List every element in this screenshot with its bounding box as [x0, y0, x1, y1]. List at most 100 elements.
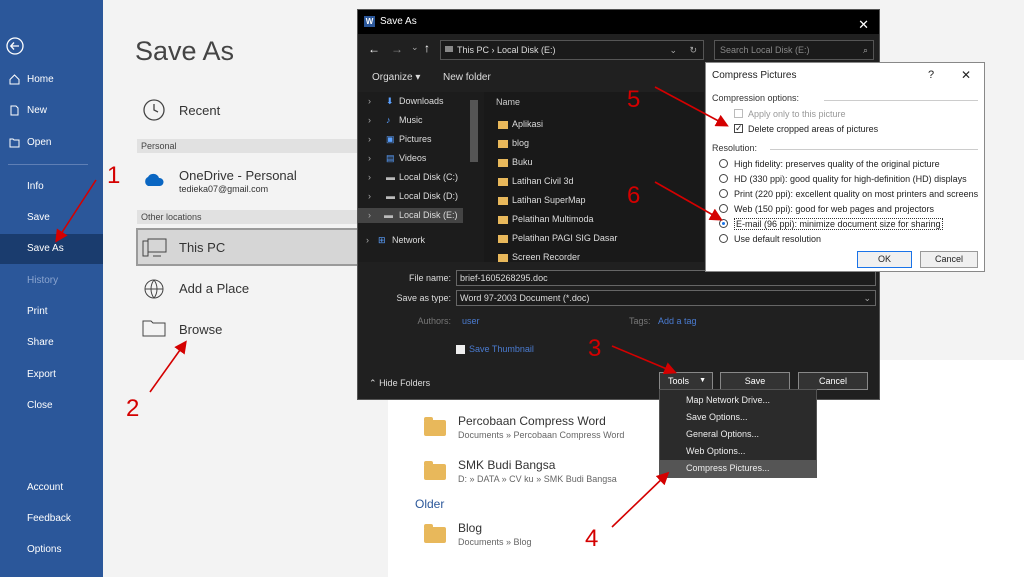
nav-label: Home — [27, 74, 54, 85]
radio-default[interactable] — [719, 234, 728, 243]
tree-item-local-disk-d[interactable]: ▬ Local Disk (D:) — [368, 191, 458, 201]
file-row[interactable]: Pelatihan Multimoda — [498, 214, 594, 224]
file-name-input[interactable]: brief-1605268295.doc — [456, 270, 876, 286]
menu-item-general-options[interactable]: General Options... — [660, 426, 816, 443]
back-nav-icon[interactable]: ← — [368, 42, 380, 56]
breadcrumb-this-pc[interactable]: This PC — [457, 45, 489, 55]
nav-new[interactable]: New — [0, 96, 103, 126]
new-folder-button[interactable]: New folder — [443, 72, 491, 83]
annotation-number: 3 — [588, 335, 602, 362]
drive-icon: ▬ — [386, 172, 395, 182]
apply-only-checkbox[interactable] — [734, 109, 743, 118]
up-folder-icon[interactable]: ↑ — [424, 41, 430, 55]
menu-item-map-network-drive[interactable]: Map Network Drive... — [660, 392, 816, 409]
hide-folders-toggle[interactable]: ⌃ Hide Folders — [369, 378, 430, 389]
thumbnail-checkbox[interactable] — [456, 345, 465, 354]
close-icon[interactable]: ✕ — [961, 68, 971, 82]
tree-item-local-disk-e[interactable]: ▬ Local Disk (E:) — [358, 208, 463, 223]
this-pc-label: This PC — [179, 240, 226, 255]
breadcrumb-local-disk[interactable]: Local Disk (E:) — [497, 45, 556, 55]
computer-icon — [142, 238, 167, 257]
radio-label: E-mail (96 ppi): minimize document size … — [734, 218, 943, 230]
file-row[interactable]: Latihan SuperMap — [498, 195, 586, 205]
help-icon[interactable]: ? — [928, 69, 934, 81]
file-list: Name Aplikasi blog Buku Latihan Civil 3d… — [484, 92, 704, 262]
nav-label: Info — [27, 181, 44, 192]
nav-feedback[interactable]: Feedback — [0, 504, 103, 534]
tree-item-network[interactable]: ⊞ Network — [366, 235, 426, 245]
checkmark-icon: ✓ — [735, 123, 743, 133]
menu-item-web-options[interactable]: Web Options... — [660, 443, 816, 460]
radio-web[interactable] — [719, 204, 728, 213]
dropdown-arrow-icon: ▼ — [699, 377, 706, 384]
backstage-nav: Home New Open Info Save Save As History … — [0, 0, 103, 577]
drive-icon: ▬ — [384, 210, 393, 220]
nav-save[interactable]: Save — [0, 203, 103, 233]
radio-email[interactable] — [719, 219, 728, 228]
save-button[interactable]: Save — [720, 372, 790, 390]
radio-label: Print (220 ppi): excellent quality on mo… — [734, 189, 979, 199]
group-divider — [770, 149, 978, 150]
menu-item-save-options[interactable]: Save Options... — [660, 409, 816, 426]
tree-item-label: Network — [392, 235, 426, 245]
compress-pictures-dialog: Compress Pictures ? ✕ Compression option… — [705, 62, 985, 272]
nav-export[interactable]: Export — [0, 360, 103, 390]
tags-value[interactable]: Add a tag — [658, 316, 697, 326]
location-browse[interactable]: Browse — [179, 322, 222, 337]
nav-open[interactable]: Open — [0, 128, 103, 158]
delete-cropped-checkbox[interactable]: ✓ — [734, 123, 743, 133]
ok-button[interactable]: OK — [857, 251, 912, 268]
location-onedrive[interactable]: OneDrive - Personal — [179, 168, 297, 183]
nav-share[interactable]: Share — [0, 328, 103, 358]
tree-item-local-disk-c[interactable]: ▬ Local Disk (C:) — [368, 172, 458, 182]
onedrive-cloud-icon — [145, 173, 164, 186]
tree-item-music[interactable]: ♪ Music — [368, 115, 422, 125]
location-recent[interactable]: Recent — [179, 103, 220, 118]
nav-close[interactable]: Close — [0, 391, 103, 421]
new-document-icon — [10, 105, 19, 116]
file-row[interactable]: Latihan Civil 3d — [498, 176, 574, 186]
tree-scrollbar[interactable] — [470, 100, 478, 162]
organize-button[interactable]: Organize ▾ — [372, 72, 420, 83]
forward-nav-icon[interactable]: → — [391, 42, 403, 56]
back-arrow-icon[interactable] — [6, 37, 24, 55]
nav-account[interactable]: Account — [0, 473, 103, 503]
location-this-pc[interactable] — [136, 228, 366, 266]
tree-item-downloads[interactable]: ⬇ Downloads — [368, 96, 443, 106]
authors-value[interactable]: user — [462, 316, 480, 326]
recent-locations-icon[interactable]: ⌄ — [411, 42, 419, 53]
location-add-place[interactable]: Add a Place — [179, 281, 249, 296]
close-icon[interactable]: ✕ — [858, 13, 869, 37]
nav-save-as[interactable]: Save As — [0, 234, 103, 264]
radio-print[interactable] — [719, 189, 728, 198]
radio-hd[interactable] — [719, 174, 728, 183]
tree-item-pictures[interactable]: ▣ Pictures — [368, 134, 431, 144]
radio-high-fidelity[interactable] — [719, 159, 728, 168]
file-row[interactable]: Pelatihan PAGI SIG Dasar — [498, 233, 617, 243]
annotation-number: 2 — [126, 395, 140, 422]
nav-info[interactable]: Info — [0, 172, 103, 202]
annotation-number: 5 — [627, 86, 641, 113]
nav-options[interactable]: Options — [0, 535, 103, 565]
file-row[interactable]: Screen Recorder — [498, 252, 580, 262]
nav-home[interactable]: Home — [0, 65, 103, 95]
recent-folder-path: D: » DATA » CV ku » SMK Budi Bangsa — [458, 474, 617, 484]
nav-print[interactable]: Print — [0, 297, 103, 327]
chevron-down-icon[interactable]: ⌄ — [669, 41, 677, 59]
navigation-tree: ⬇ Downloads ♪ Music ▣ Pictures ▤ Videos ▬ Loc… — [358, 92, 484, 262]
cancel-button[interactable]: Cancel — [798, 372, 868, 390]
refresh-icon[interactable]: ↻ — [689, 41, 697, 59]
tree-item-videos[interactable]: ▤ Videos — [368, 153, 426, 163]
search-input[interactable]: Search Local Disk (E:) ⌕ — [714, 40, 874, 60]
file-row[interactable]: Buku — [498, 157, 533, 167]
address-bar[interactable]: This PC › Local Disk (E:) ⌄ ↻ — [440, 40, 704, 60]
column-header-name[interactable]: Name — [496, 97, 520, 107]
recent-folder-name: Percobaan Compress Word — [458, 414, 606, 428]
radio-label: High fidelity: preserves quality of the … — [734, 159, 940, 169]
file-row[interactable]: Aplikasi — [498, 119, 543, 129]
save-type-select[interactable]: Word 97-2003 Document (*.doc) ⌄ — [456, 290, 876, 306]
tools-button[interactable]: Tools ▼ — [659, 372, 713, 390]
file-row[interactable]: blog — [498, 138, 529, 148]
compress-cancel-button[interactable]: Cancel — [920, 251, 978, 268]
menu-item-compress-pictures[interactable]: Compress Pictures... — [660, 460, 816, 477]
